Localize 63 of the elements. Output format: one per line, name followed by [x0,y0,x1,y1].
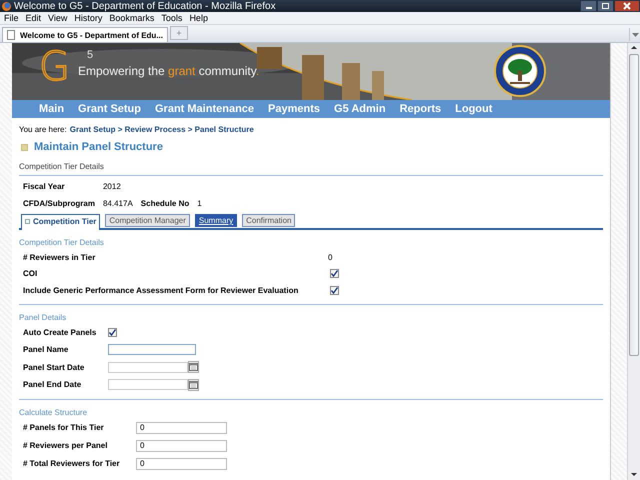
field-label: Auto Create Panels [22,328,98,337]
menu-item[interactable]: Tools [157,13,186,23]
calendar-icon[interactable] [188,361,199,374]
tab-list-button[interactable] [629,28,640,41]
menu-item[interactable]: History [70,13,106,23]
tagline: Empowering the grant community. [78,64,260,78]
date-field[interactable] [108,362,188,373]
field-label: Include Generic Performance Assessment Form for Reviewer Evaluation [22,286,300,295]
input-field[interactable] [108,344,196,356]
field-label: CFDA/Subprogram [22,199,96,208]
browser-tab[interactable]: Welcome to G5 - Department of Edu... [2,27,168,42]
page-icon [7,30,15,40]
checkbox[interactable] [330,269,339,278]
scrollbar[interactable] [627,43,640,480]
page-title: Maintain Panel Structure [34,141,163,153]
section-heading: Panel Details [18,312,68,322]
field-label: COI [22,269,38,278]
browser-logo-icon [2,2,11,10]
window-title: Welcome to G5 - Department of Education - Mozilla Firefox [14,0,276,12]
minimize-icon[interactable] [580,0,597,12]
field-label: # Total Reviewers for Tier [22,459,121,468]
calendar-icon[interactable] [188,378,199,391]
logo-superscript: 5 [86,49,94,61]
caret-icon [632,32,638,36]
menu-item[interactable]: Edit [22,13,44,23]
input-field[interactable]: 0 [136,458,227,470]
menu-item[interactable]: File [0,13,22,23]
tab[interactable]: Confirmation [242,214,296,227]
menu-item[interactable]: Bookmarks [105,13,158,23]
tab[interactable]: Competition Tier [20,214,100,230]
input-field[interactable]: 0 [136,422,227,434]
field-value: 1 [197,199,202,208]
field-label: Panel End Date [22,380,82,390]
page-icon [20,144,28,150]
field-label: # Reviewers in Tier [22,252,96,262]
maximize-icon[interactable] [597,0,614,12]
date-field[interactable] [108,379,188,390]
logo-letter: G [38,45,70,89]
section-heading: Calculate Structure [18,408,88,418]
checkbox[interactable] [330,286,339,295]
tab[interactable]: Competition Manager [105,214,190,227]
section-title: Competition Tier Details [18,162,105,172]
input-field[interactable]: 0 [136,440,227,452]
tab-icon [24,219,30,224]
field-value: 84.417A [102,199,133,208]
close-icon[interactable] [614,0,640,12]
field-value: 0 [328,252,332,262]
field-label: Panel Name [22,345,70,354]
field-label: # Reviewers per Panel [22,441,108,450]
field-value: 2012 [102,182,121,191]
menu-item[interactable]: Help [185,13,211,23]
scroll-thumb[interactable] [629,54,639,356]
section-heading: Competition Tier Details [18,238,105,248]
field-label: # Panels for This Tier [22,423,105,432]
seal-icon [494,45,546,97]
field-label: Schedule No [140,199,190,208]
field-label: Panel Start Date [22,362,86,372]
breadcrumb-label: You are here: [18,124,67,134]
menu-item[interactable]: View [44,13,70,23]
checkbox[interactable] [108,328,117,337]
tab[interactable]: Summary [194,214,238,227]
breadcrumb-link[interactable]: Grant Setup > Review Process > Panel Structure [70,124,254,134]
field-label: Fiscal Year [22,182,66,191]
